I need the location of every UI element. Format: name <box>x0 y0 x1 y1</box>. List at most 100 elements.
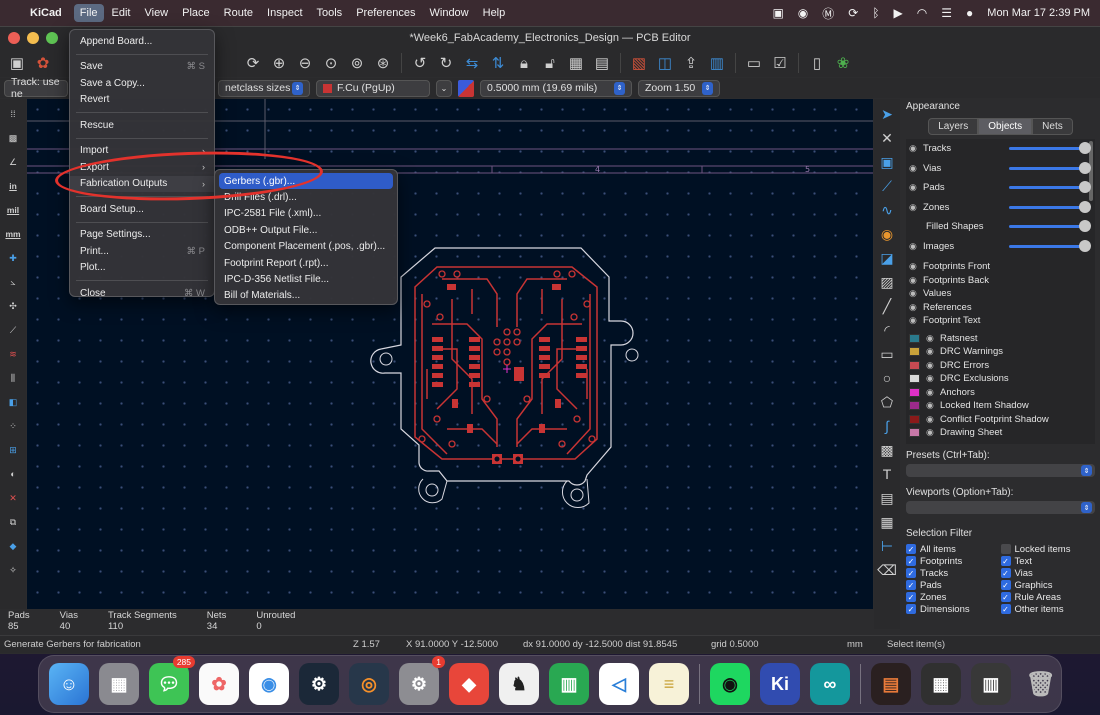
submenu-item-ipc-d-356[interactable]: IPC-D-356 Netlist File... <box>219 271 393 287</box>
close-window-button[interactable] <box>8 32 20 44</box>
board-setup-icon[interactable]: ✿ <box>32 52 54 74</box>
selection-filter-checkbox[interactable]: ✓ Other items <box>1000 603 1096 615</box>
box-icon[interactable]: ▣ <box>772 6 783 20</box>
selection-filter-checkbox[interactable]: ✓ Footprints <box>906 555 1001 567</box>
add-zone-icon[interactable]: ◪ <box>876 247 898 269</box>
draw-rectangle-icon[interactable]: ▭ <box>876 343 898 365</box>
selection-filter-checkbox[interactable]: ✓ Tracks <box>906 567 1001 579</box>
cursor-style-icon[interactable]: ✚ <box>2 247 24 269</box>
add-text-icon[interactable]: T <box>876 463 898 485</box>
spotify-icon[interactable]: ◉ <box>709 663 750 705</box>
footprint-editor-icon[interactable]: ▧ <box>628 52 650 74</box>
visibility-eye-icon[interactable]: ◉ <box>909 315 923 326</box>
netclass-select[interactable]: netclass sizes ⇕ <box>218 79 310 97</box>
object-row[interactable]: ◉ Drawing Sheet <box>906 426 1095 440</box>
flip-icon[interactable]: ⇆ <box>461 52 483 74</box>
visibility-eye-icon[interactable]: ◉ <box>926 373 940 384</box>
visibility-eye-icon[interactable]: ◉ <box>909 302 923 313</box>
angle-snap-icon[interactable]: ⦣ <box>2 271 24 293</box>
menu-place[interactable]: Place <box>176 4 216 22</box>
selection-filter-checkbox[interactable]: ✓ All items <box>906 543 1001 555</box>
scripting-icon[interactable]: ▭ <box>743 52 765 74</box>
draw-bezier-icon[interactable]: ∫ <box>876 415 898 437</box>
malwarebytes-icon[interactable]: ◉ <box>798 6 808 20</box>
draw-circle-icon[interactable]: ○ <box>876 367 898 389</box>
menubar-clock[interactable]: Mon Mar 17 2:39 PM <box>987 7 1090 19</box>
net-color-icon[interactable]: ✕ <box>2 487 24 509</box>
visibility-eye-icon[interactable]: ◉ <box>909 288 923 299</box>
menu-item-print[interactable]: Print... ⌘ P <box>70 243 214 260</box>
selection-filter-checkbox[interactable]: ✓ Rule Areas <box>1000 591 1096 603</box>
update-pcb-icon[interactable]: ⇪ <box>680 52 702 74</box>
rotate-cw-icon[interactable]: ↻ <box>435 52 457 74</box>
object-color-swatch[interactable] <box>909 414 920 424</box>
viewports-select[interactable]: ⇕ <box>906 501 1095 514</box>
layer-pair-icon[interactable] <box>458 79 474 97</box>
opacity-slider[interactable] <box>1009 161 1091 174</box>
zoom-select[interactable]: Zoom 1.50 ⇕ <box>638 79 720 97</box>
units-mil-button[interactable]: mil <box>2 199 24 221</box>
submenu-item-odb[interactable]: ODB++ Output File... <box>219 222 393 238</box>
menu-file[interactable]: File <box>73 4 104 22</box>
ratsnest-icon[interactable]: ✣ <box>2 295 24 317</box>
menu-edit[interactable]: Edit <box>106 4 137 22</box>
menu-preferences[interactable]: Preferences <box>350 4 421 22</box>
menu-item-plot[interactable]: Plot... <box>70 260 214 277</box>
opacity-slider[interactable] <box>1009 200 1091 213</box>
track-width-select[interactable]: Track: use ne <box>4 76 68 100</box>
visibility-eye-icon[interactable]: ◉ <box>909 261 923 272</box>
grid-overrides-icon[interactable]: ▩ <box>2 127 24 149</box>
lock-icon[interactable]: 🔒︎ <box>513 52 535 74</box>
visibility-eye-icon[interactable]: ◉ <box>926 346 940 357</box>
selection-filter-checkbox[interactable]: Locked items <box>1000 543 1096 555</box>
submenu-item-footprint-report[interactable]: Footprint Report (.rpt)... <box>219 255 393 271</box>
menu-item-page-settings[interactable]: Page Settings... <box>70 227 214 244</box>
visibility-eye-icon[interactable]: ◉ <box>909 182 923 193</box>
zone-outline-icon[interactable]: ⫼ <box>2 367 24 389</box>
rotate-ccw-icon[interactable]: ↺ <box>409 52 431 74</box>
steam-icon[interactable]: ⚙ <box>299 663 339 705</box>
bluetooth-icon[interactable]: ᛒ <box>872 6 879 20</box>
object-row[interactable]: ◉ Conflict Footprint Shadow <box>906 413 1095 427</box>
selection-filter-checkbox[interactable]: ✓ Pads <box>906 579 1001 591</box>
local-ratsnest-icon[interactable]: ✕ <box>876 127 898 149</box>
layer-select[interactable]: F.Cu (PgUp) <box>316 79 430 97</box>
visibility-eye-icon[interactable]: ◉ <box>909 163 923 174</box>
menu-window[interactable]: Window <box>424 4 475 22</box>
layers-manager-icon[interactable]: ⧉ <box>2 511 24 533</box>
object-row[interactable]: ◉ Vias <box>906 159 1095 179</box>
save-icon[interactable]: ▣ <box>6 52 28 74</box>
menu-view[interactable]: View <box>138 4 174 22</box>
visibility-eye-icon[interactable]: ◉ <box>926 333 940 344</box>
kicad-icon[interactable]: Ki <box>759 663 800 705</box>
object-row[interactable]: ◉ Footprints Back <box>906 274 1095 288</box>
menu-route[interactable]: Route <box>218 4 259 22</box>
curved-ratsnest-icon[interactable]: ⟋ <box>2 319 24 341</box>
group-icon[interactable]: ▦ <box>565 52 587 74</box>
sync-icon[interactable]: ⟳ <box>848 6 858 20</box>
menu-item-revert[interactable]: Revert <box>70 92 214 109</box>
object-color-swatch[interactable] <box>909 401 920 411</box>
select-cursor-icon[interactable]: ➤ <box>876 103 898 125</box>
selection-filter-checkbox[interactable]: ✓ Text <box>1000 555 1096 567</box>
draw-polygon-icon[interactable]: ⬠ <box>876 391 898 413</box>
object-row[interactable]: ◉ Zones <box>906 198 1095 218</box>
object-row[interactable]: ◉ Pads <box>906 178 1095 198</box>
vscode-icon[interactable]: ◁ <box>599 663 639 705</box>
zoom-out-icon[interactable]: ⊖ <box>294 52 316 74</box>
appearance-panel-icon[interactable]: ◆ <box>2 535 24 557</box>
menu-tools[interactable]: Tools <box>311 4 349 22</box>
m-icon[interactable]: Ⓜ <box>822 5 834 22</box>
minimize-window-button[interactable] <box>27 32 39 44</box>
trash-icon[interactable]: 🗑︎ <box>1021 663 1061 705</box>
route-track-icon[interactable]: ⟋ <box>876 175 898 197</box>
control-center-icon[interactable]: ☰ <box>941 6 952 20</box>
draw-line-icon[interactable]: ╱ <box>876 295 898 317</box>
add-textbox-icon[interactable]: ▤ <box>876 487 898 509</box>
object-color-swatch[interactable] <box>909 387 920 397</box>
object-color-swatch[interactable] <box>909 374 920 384</box>
play-icon[interactable]: ▶ <box>894 6 903 20</box>
plugin-icon[interactable]: ❀ <box>832 52 854 74</box>
minimized-window-thumb[interactable]: ▥ <box>970 663 1011 705</box>
contrast-mode-icon[interactable]: ◐ <box>2 463 24 485</box>
